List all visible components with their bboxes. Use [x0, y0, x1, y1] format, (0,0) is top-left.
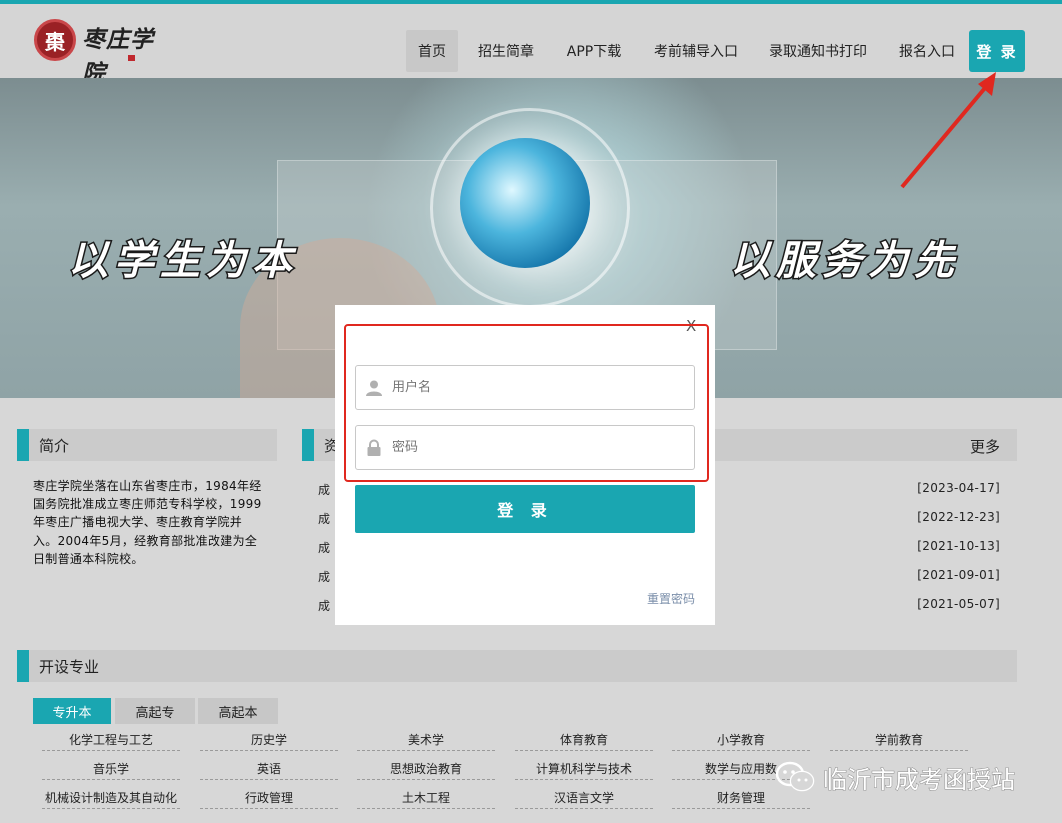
tab-high-to-bachelor[interactable]: 高起本: [198, 698, 278, 724]
site-logo[interactable]: 棗 枣庄学院: [34, 16, 174, 87]
major-item[interactable]: 计算机科学与技术: [515, 760, 653, 780]
majors-title: 开设专业: [39, 657, 100, 676]
news-item-date: [2021-09-01]: [917, 568, 1000, 582]
major-item[interactable]: 小学教育: [672, 731, 810, 751]
major-item[interactable]: 土木工程: [357, 789, 495, 809]
major-item[interactable]: 汉语言文学: [515, 789, 653, 809]
major-item[interactable]: 机械设计制造及其自动化: [42, 789, 180, 809]
username-input[interactable]: [392, 380, 672, 395]
reset-password-link[interactable]: 重置密码: [647, 590, 695, 607]
globe-icon: [460, 138, 590, 268]
nav-admission-letter-print[interactable]: 录取通知书打印: [762, 30, 874, 72]
username-field[interactable]: [355, 365, 695, 410]
red-arrow-annotation: [900, 72, 996, 189]
password-field[interactable]: [355, 425, 695, 470]
logo-seal-icon: 棗: [34, 19, 76, 61]
tab-upgrade-bachelor[interactable]: 专升本: [33, 698, 111, 724]
major-item[interactable]: 体育教育: [515, 731, 653, 751]
major-item[interactable]: 思想政治教育: [357, 760, 495, 780]
logo-signature-icon: [126, 54, 135, 63]
major-item[interactable]: 历史学: [200, 731, 338, 751]
major-item[interactable]: 行政管理: [200, 789, 338, 809]
banner-slogan-right: 以服务为先: [729, 236, 960, 286]
news-item-title: 成: [318, 483, 331, 497]
news-item-title: 成: [318, 541, 331, 555]
majors-section-header: 开设专业: [17, 650, 1017, 682]
watermark-text: 临沂市成考函授站: [823, 765, 1016, 794]
major-item[interactable]: 学前教育: [830, 731, 968, 751]
intro-text: 枣庄学院坐落在山东省枣庄市，1984年经国务院批准成立枣庄师范专科学校，1999…: [33, 479, 262, 566]
banner-slogan-left: 以学生为本: [67, 236, 298, 286]
nav-exam-tutoring[interactable]: 考前辅导入口: [646, 30, 746, 72]
password-input[interactable]: [392, 440, 672, 455]
major-item[interactable]: 英语: [200, 760, 338, 780]
lock-icon: [356, 426, 392, 469]
intro-title: 简介: [39, 436, 70, 455]
wechat-icon: [775, 761, 815, 792]
news-item-title: 成: [318, 512, 331, 526]
news-item-title: 成: [318, 570, 331, 584]
intro-section-header: 简介: [17, 429, 277, 461]
login-modal: X 登 录 重置密码: [335, 305, 715, 625]
news-item-date: [2021-10-13]: [917, 539, 1000, 553]
news-item-title: 成: [318, 599, 331, 613]
major-item[interactable]: 化学工程与工艺: [42, 731, 180, 751]
news-item-date: [2021-05-07]: [917, 597, 1000, 611]
login-submit-button[interactable]: 登 录: [355, 485, 695, 533]
nav-app-download[interactable]: APP下载: [558, 30, 630, 72]
news-item-date: [2022-12-23]: [917, 510, 1000, 524]
major-item[interactable]: 音乐学: [42, 760, 180, 780]
user-icon: [356, 366, 392, 409]
tab-high-to-college[interactable]: 高起专: [115, 698, 195, 724]
news-more-link[interactable]: 更多: [970, 436, 1000, 457]
nav-admission-guide[interactable]: 招生简章: [472, 30, 540, 72]
watermark: 临沂市成考函授站: [775, 755, 1016, 799]
major-item[interactable]: 美术学: [357, 731, 495, 751]
news-item-date: [2023-04-17]: [917, 481, 1000, 495]
nav-home[interactable]: 首页: [406, 30, 458, 72]
